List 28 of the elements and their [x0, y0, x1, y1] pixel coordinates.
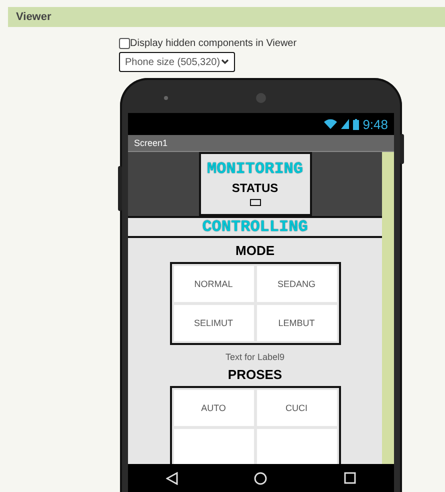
wifi-icon — [324, 119, 337, 129]
app-button[interactable]: CUCI — [256, 390, 336, 426]
app-button[interactable]: LEMBUT — [256, 305, 336, 341]
app-button[interactable]: AUTO — [174, 390, 254, 426]
section-title: MONITORING — [206, 160, 303, 178]
back-icon — [166, 472, 178, 484]
sensor-icon — [164, 96, 168, 100]
checkbox-label: Display hidden components in Viewer — [130, 38, 297, 49]
chevron-icon — [221, 59, 229, 65]
text-label: Text for Label9 — [225, 352, 285, 362]
signal-icon — [340, 119, 349, 129]
status-label: STATUS — [232, 181, 278, 195]
app-button[interactable]: NORMAL — [174, 266, 254, 302]
section-heading: MODE — [236, 243, 274, 258]
app-button[interactable]: SELIMUT — [174, 305, 254, 341]
clock: 9:48 — [362, 116, 388, 132]
recents-icon — [344, 472, 356, 484]
panel-title: Viewer — [16, 11, 52, 23]
app-button[interactable]: SEDANG — [256, 266, 336, 302]
section-title: CONTROLLING — [202, 218, 308, 236]
screen-title: Screen1 — [134, 138, 168, 148]
battery-icon — [352, 118, 359, 130]
checkbox[interactable] — [119, 38, 130, 49]
section-heading: PROSES — [228, 367, 282, 382]
camera-icon — [256, 93, 266, 103]
size-dropdown[interactable]: Phone size (505,320) — [119, 52, 235, 72]
status-indicator — [250, 199, 260, 206]
home-icon — [254, 472, 268, 484]
